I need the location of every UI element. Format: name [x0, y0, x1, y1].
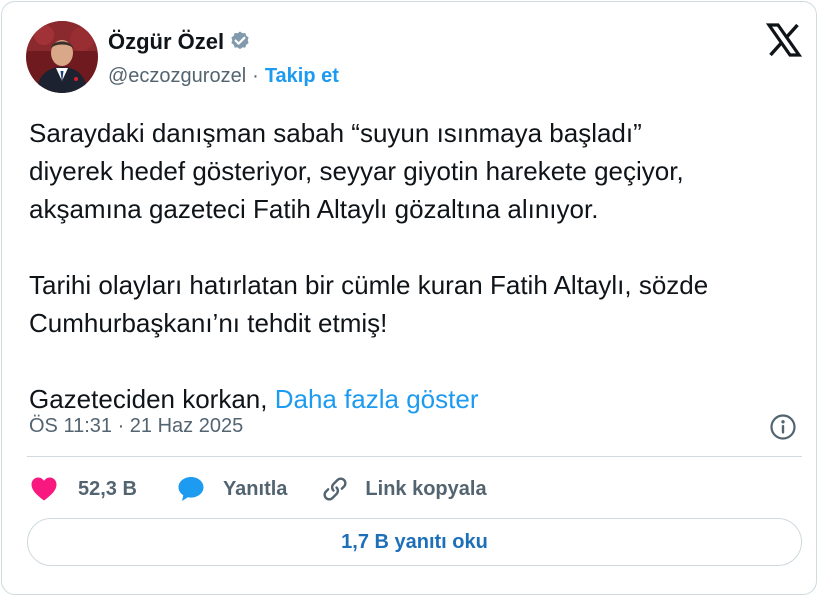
- speech-bubble-icon: [178, 477, 204, 501]
- read-replies-button[interactable]: 1,7 B yanıtı oku: [27, 518, 802, 566]
- tweet-line: Saraydaki danışman sabah “suyun ısınmaya…: [29, 118, 642, 148]
- like-count: 52,3 B: [78, 477, 137, 500]
- copy-link-label: Link kopyala: [365, 477, 487, 500]
- author-handle-row: @eczozgurozel · Takip et: [108, 62, 339, 90]
- tweet-line: Cumhurbaşkanı’nı tehdit etmiş!: [29, 308, 388, 338]
- info-icon[interactable]: [769, 413, 797, 441]
- heart-icon: [31, 477, 57, 501]
- x-logo-icon[interactable]: [765, 22, 803, 58]
- tweet-line-start: Gazeteciden korkan,: [29, 384, 275, 414]
- like-button[interactable]: 52,3 B: [30, 476, 137, 502]
- tweet-line: diyerek hedef gösteriyor, seyyar giyotin…: [29, 156, 684, 186]
- tweet-line: Tarihi olayları hatırlatan bir cümle kur…: [29, 270, 709, 300]
- tweet-timestamp[interactable]: ÖS 11:31 · 21 Haz 2025: [29, 412, 243, 440]
- show-more-link[interactable]: Daha fazla göster: [275, 384, 479, 414]
- reply-label: Yanıtla: [222, 477, 288, 500]
- tweet-line: akşamına gazeteci Fatih Altaylı gözaltın…: [29, 194, 599, 224]
- separator: ·: [252, 64, 259, 87]
- author-name-row: Özgür Özel: [108, 27, 252, 57]
- tweet-card: Özgür Özel @eczozgurozel · Takip et Sara…: [1, 1, 817, 595]
- verified-badge-icon: [228, 30, 252, 54]
- reply-button[interactable]: Yanıtla: [177, 475, 287, 503]
- avatar[interactable]: [26, 21, 98, 93]
- divider: [27, 456, 802, 457]
- link-icon: [323, 477, 347, 501]
- follow-button[interactable]: Takip et: [265, 65, 339, 88]
- author-handle[interactable]: @eczozgurozel: [108, 65, 246, 88]
- author-name[interactable]: Özgür Özel: [108, 29, 224, 55]
- action-bar: 52,3 B Yanıtla Link kopyala: [30, 472, 487, 506]
- tweet-text: Saraydaki danışman sabah “suyun ısınmaya…: [29, 114, 809, 418]
- copy-link-button[interactable]: Link kopyala: [321, 475, 487, 503]
